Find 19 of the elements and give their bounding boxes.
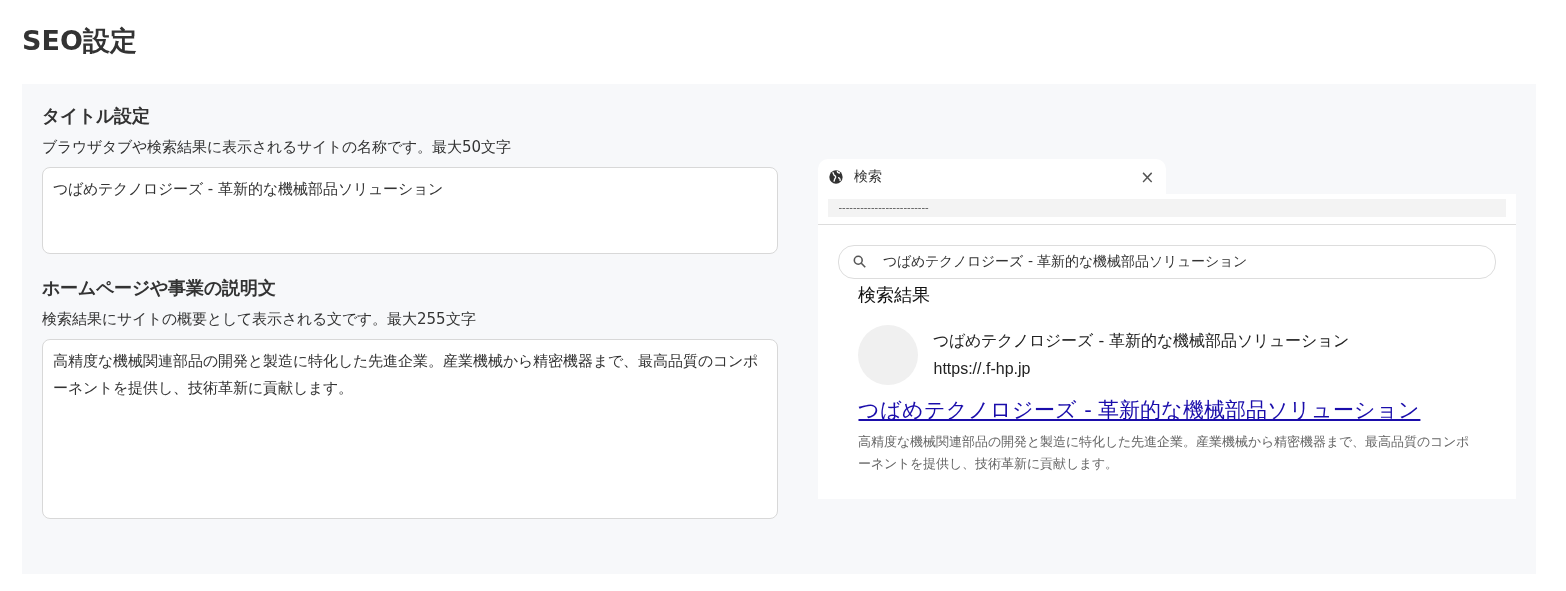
site-name: つばめテクノロジーズ - 革新的な機械部品ソリューション [933, 330, 1350, 352]
site-url: https://.f-hp.jp [933, 359, 1032, 379]
close-icon[interactable]: × [1140, 166, 1155, 187]
page-title: SEO設定 [22, 24, 138, 58]
field-hint: ブラウザタブや検索結果に表示されるサイトの名称です。最大50文字 [42, 138, 513, 157]
field-label: ホームページや事業の説明文 [42, 276, 277, 300]
browser-tab[interactable]: 検索 × [818, 159, 1167, 194]
globe-icon [828, 168, 845, 185]
tab-title: 検索 [854, 167, 884, 186]
address-bar[interactable]: ------------------------- [828, 199, 1506, 217]
results-heading: 検索結果 [858, 283, 932, 307]
field-hint: 検索結果にサイトの概要として表示される文です。最大255文字 [42, 310, 477, 329]
search-field[interactable]: つばめテクノロジーズ - 革新的な機械部品ソリューション [838, 245, 1496, 279]
result-description: 高精度な機械関連部品の開発と製造に特化した先進企業。産業機械から精密機器まで、最高品質のコンポーネントを提供し、技術革新に貢献します。 [858, 433, 1471, 473]
field-label: タイトル設定 [42, 104, 151, 128]
text-field[interactable]: 高精度な機械関連部品の開発と製造に特化した先進企業。産業機械から精密機器まで、最高品質のコンポーネントを提供し、技術革新に貢献します。 [42, 339, 779, 519]
search-icon [853, 255, 868, 269]
text-field[interactable]: つばめテクノロジーズ - 革新的な機械部品ソリューション [42, 167, 779, 254]
result-title-link[interactable]: つばめテクノロジーズ - 革新的な機械部品ソリューション [858, 395, 1421, 425]
